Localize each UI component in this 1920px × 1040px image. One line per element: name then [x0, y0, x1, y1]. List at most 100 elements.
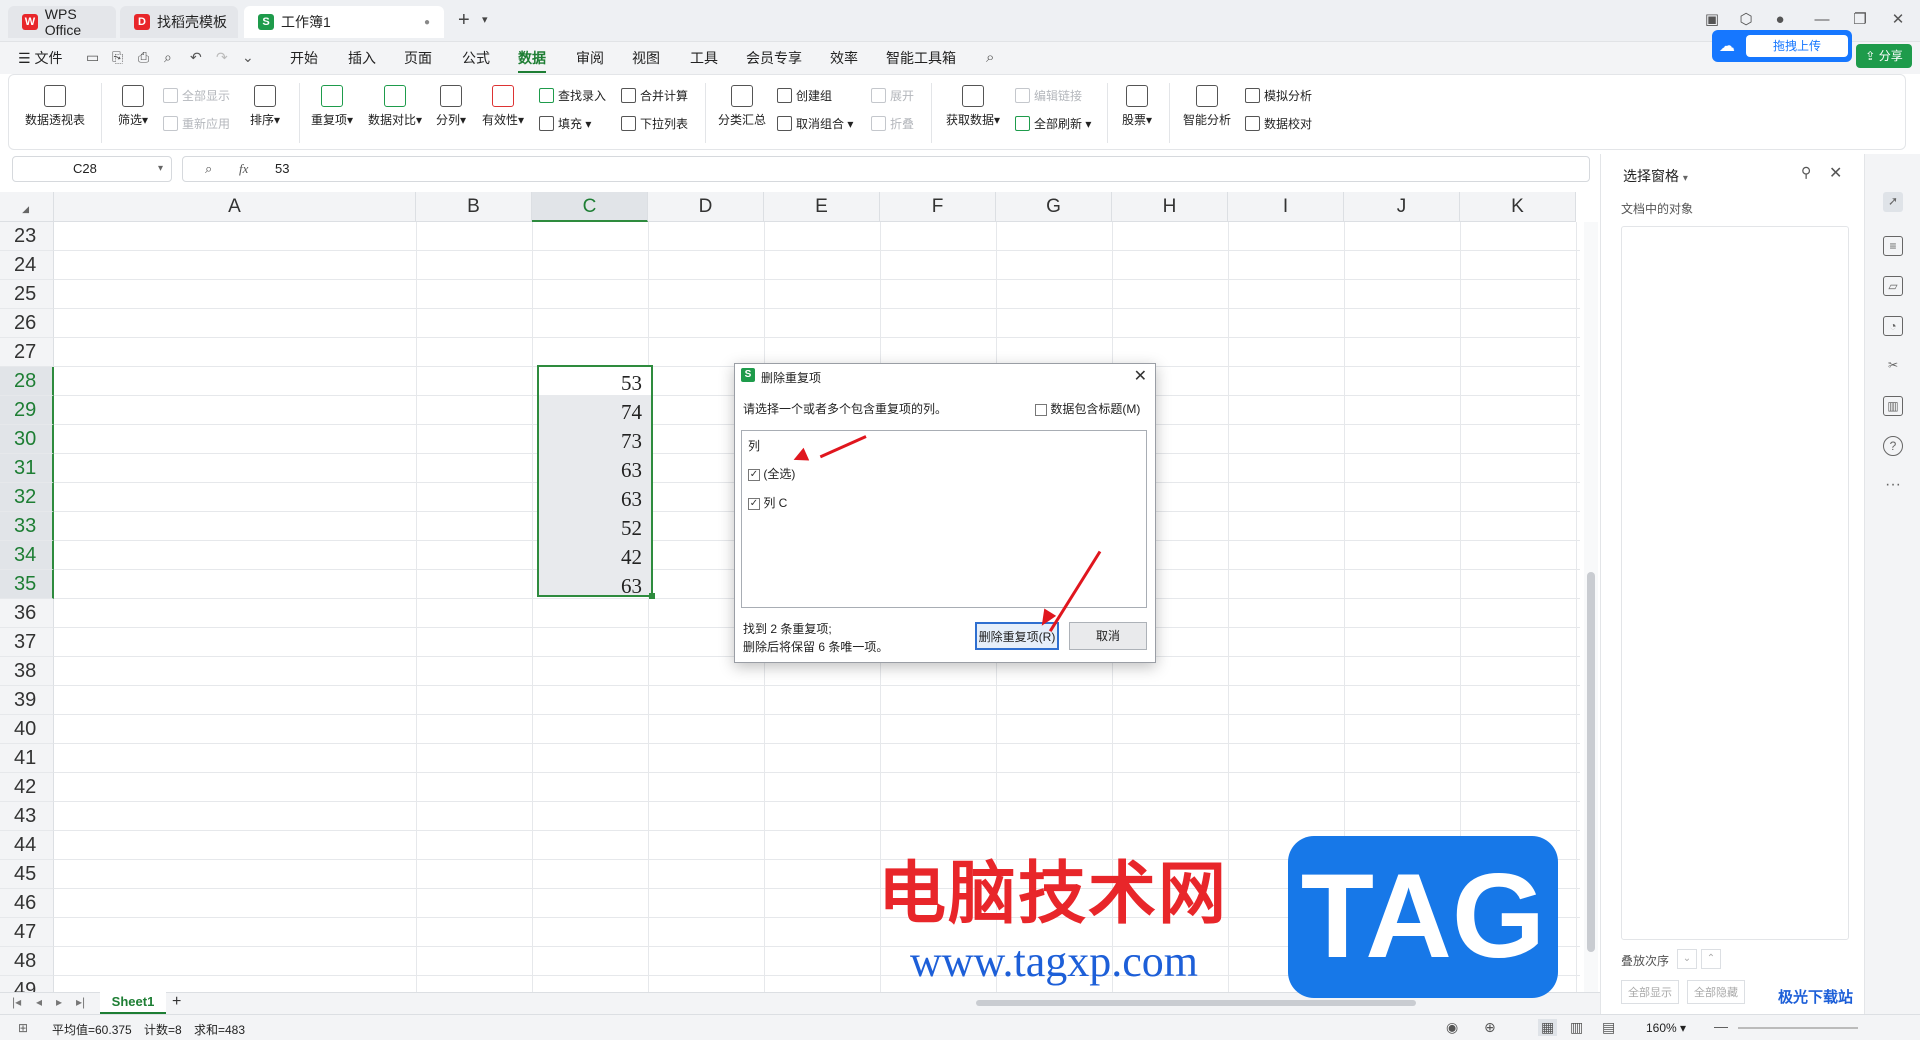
more-icon[interactable]: ···: [1883, 476, 1903, 496]
column-header-i[interactable]: I: [1228, 192, 1344, 222]
dialog-titlebar[interactable]: S 删除重复项 ✕: [735, 364, 1155, 388]
refresh-all-button[interactable]: 全部刷新 ▾: [1015, 115, 1091, 132]
pdf-icon[interactable]: ⎘: [112, 49, 123, 66]
search-icon[interactable]: ⌕: [986, 49, 994, 66]
undo-icon[interactable]: ↶: [190, 49, 202, 66]
page-view-icon[interactable]: ▥: [1570, 1019, 1583, 1036]
row-header-29[interactable]: 29: [0, 396, 54, 425]
row-header-41[interactable]: 41: [0, 744, 54, 773]
row-header-43[interactable]: 43: [0, 802, 54, 831]
column-header-e[interactable]: E: [764, 192, 880, 222]
chart-icon[interactable]: ◔: [1883, 316, 1903, 336]
fill-handle[interactable]: [649, 593, 655, 599]
row-header-38[interactable]: 38: [0, 657, 54, 686]
row-header-39[interactable]: 39: [0, 686, 54, 715]
menu-smart-toolbox[interactable]: 智能工具箱: [886, 48, 956, 68]
pane-show-all-button[interactable]: 全部显示: [1621, 980, 1679, 1004]
menu-review[interactable]: 审阅: [576, 48, 604, 68]
menu-efficiency[interactable]: 效率: [830, 48, 858, 68]
formula-input[interactable]: ⌕ fx 53: [182, 156, 1590, 182]
consolidate-button[interactable]: 合并计算: [621, 87, 688, 104]
crosshair-icon[interactable]: ⊕: [1484, 1019, 1496, 1036]
row-header-28[interactable]: 28: [0, 367, 54, 396]
column-header-f[interactable]: F: [880, 192, 996, 222]
pin-icon[interactable]: ⚲: [1801, 164, 1811, 181]
row-header-44[interactable]: 44: [0, 831, 54, 860]
get-data-button[interactable]: 获取数据▾: [941, 85, 1005, 128]
layout-icon[interactable]: ▣: [1702, 10, 1722, 30]
row-header-26[interactable]: 26: [0, 309, 54, 338]
row-header-32[interactable]: 32: [0, 483, 54, 512]
data-verify-button[interactable]: 数据校对: [1245, 115, 1312, 132]
row-header-30[interactable]: 30: [0, 425, 54, 454]
select-all-corner[interactable]: ◢: [0, 192, 54, 222]
column-header-b[interactable]: B: [416, 192, 532, 222]
eye-icon[interactable]: ◉: [1446, 1019, 1458, 1036]
next-sheet-icon[interactable]: ▸: [56, 995, 62, 1009]
reapply-button[interactable]: 重新应用: [163, 115, 230, 132]
row-header-46[interactable]: 46: [0, 889, 54, 918]
column-header-g[interactable]: G: [996, 192, 1112, 222]
split-column-button[interactable]: 分列▾: [431, 85, 471, 128]
row-header-40[interactable]: 40: [0, 715, 54, 744]
book-icon[interactable]: ▥: [1883, 396, 1903, 416]
row-header-45[interactable]: 45: [0, 860, 54, 889]
column-header-j[interactable]: J: [1344, 192, 1460, 222]
row-header-36[interactable]: 36: [0, 599, 54, 628]
tab-list-chevron-icon[interactable]: ▾: [482, 13, 488, 26]
close-window-icon[interactable]: ✕: [1888, 10, 1908, 30]
zoom-out-icon[interactable]: —: [1714, 1018, 1728, 1034]
column-header-h[interactable]: H: [1112, 192, 1228, 222]
zoom-formula-icon[interactable]: ⌕: [205, 157, 212, 181]
first-sheet-icon[interactable]: |◂: [12, 995, 21, 1009]
objects-list[interactable]: [1621, 226, 1849, 940]
save-icon[interactable]: ▭: [86, 49, 99, 66]
prev-sheet-icon[interactable]: ◂: [36, 995, 42, 1009]
duplicates-button[interactable]: 重复项▾: [305, 85, 359, 128]
adjust-icon[interactable]: ≡: [1883, 236, 1903, 256]
row-header-35[interactable]: 35: [0, 570, 54, 599]
filter-button[interactable]: 筛选▾: [113, 85, 153, 128]
pane-chevron-icon[interactable]: ▾: [1683, 173, 1688, 184]
cube-icon[interactable]: ⬡: [1736, 10, 1756, 30]
page-break-icon[interactable]: ▤: [1602, 1019, 1615, 1036]
menu-data[interactable]: 数据: [518, 48, 546, 73]
row-header-33[interactable]: 33: [0, 512, 54, 541]
comment-icon[interactable]: ▱: [1883, 276, 1903, 296]
row-header-49[interactable]: 49: [0, 976, 54, 992]
stocks-button[interactable]: 股票▾: [1117, 85, 1157, 128]
cursor-icon[interactable]: ➚: [1883, 192, 1903, 212]
menu-start[interactable]: 开始: [290, 48, 318, 68]
row-header-37[interactable]: 37: [0, 628, 54, 657]
row-header-25[interactable]: 25: [0, 280, 54, 309]
move-down-icon[interactable]: ⌄: [1677, 949, 1697, 969]
subtotal-button[interactable]: 分类汇总: [715, 85, 769, 128]
edit-links-button[interactable]: 编辑链接: [1015, 87, 1082, 104]
menu-member[interactable]: 会员专享: [746, 48, 802, 68]
upload-button[interactable]: ☁ 拖拽上传: [1712, 30, 1852, 62]
row-header-34[interactable]: 34: [0, 541, 54, 570]
h-scroll-thumb[interactable]: [976, 1000, 1416, 1006]
row-header-31[interactable]: 31: [0, 454, 54, 483]
restore-icon[interactable]: ❐: [1850, 10, 1870, 30]
menu-insert[interactable]: 插入: [348, 48, 376, 68]
tab-docer[interactable]: D 找稻壳模板: [120, 6, 238, 38]
add-sheet-button[interactable]: +: [172, 993, 181, 1011]
expand-button[interactable]: 展开: [871, 87, 914, 104]
collapse-button[interactable]: 折叠: [871, 115, 914, 132]
fx-icon[interactable]: fx: [239, 157, 248, 181]
vertical-scrollbar[interactable]: [1584, 222, 1598, 992]
unsaved-dot-icon[interactable]: ●: [424, 17, 430, 28]
tab-workbook[interactable]: S 工作簿1 ●: [244, 6, 444, 38]
more-chevron-icon[interactable]: ⌄: [242, 49, 254, 66]
ungroup-button[interactable]: 取消组合 ▾: [777, 115, 853, 132]
redo-icon[interactable]: ↷: [216, 49, 228, 66]
dropdown-list-button[interactable]: 下拉列表: [621, 115, 688, 132]
list-item-select-all[interactable]: ✓ (全选): [748, 465, 795, 482]
lookup-button[interactable]: 查找录入: [539, 87, 606, 104]
zoom-level[interactable]: 160% ▾: [1646, 1021, 1686, 1035]
move-up-icon[interactable]: ⌃: [1701, 949, 1721, 969]
sort-button[interactable]: 排序▾: [245, 85, 285, 128]
menu-tools[interactable]: 工具: [690, 48, 718, 68]
help-icon[interactable]: ?: [1883, 436, 1903, 456]
